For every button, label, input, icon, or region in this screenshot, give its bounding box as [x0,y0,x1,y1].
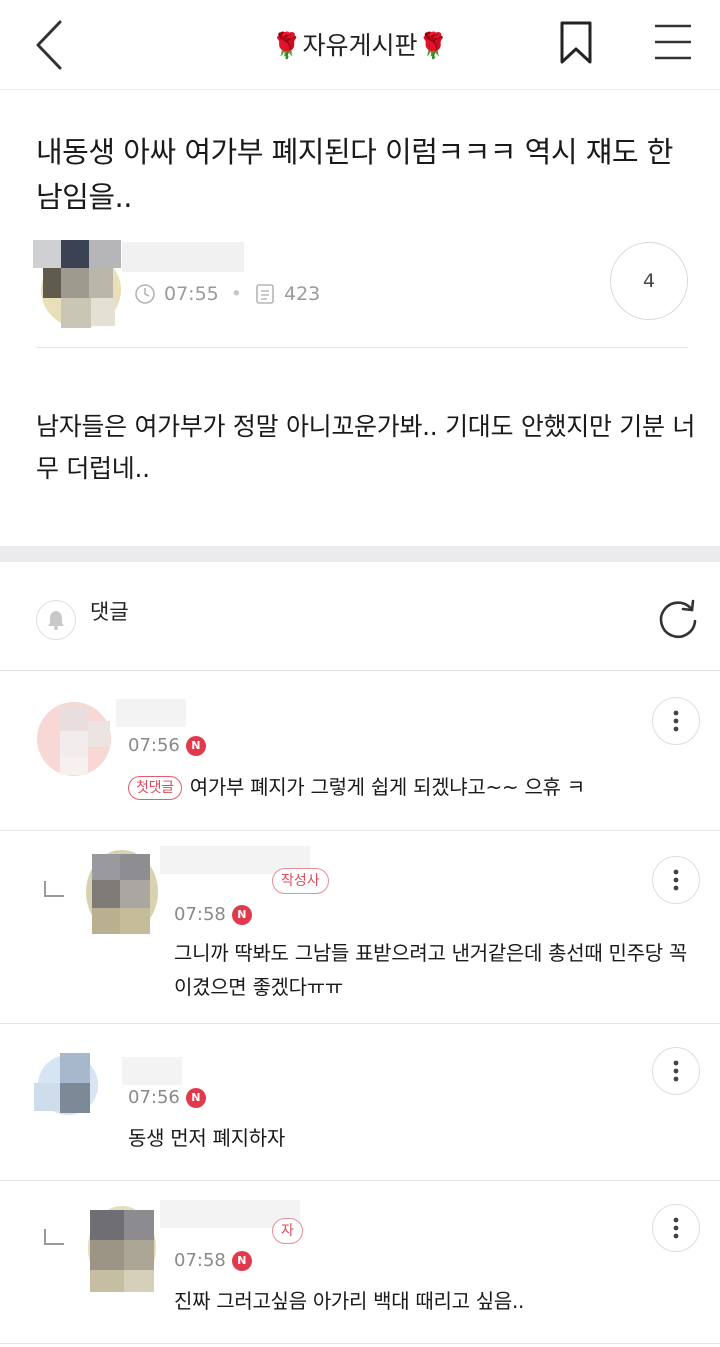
comment-text: 진짜 그러고싶음 아가리 백대 때리고 싶음.. [174,1289,525,1313]
comment-time: 07:58 [174,1250,226,1271]
new-badge: N [185,735,206,756]
more-vertical-icon [673,1217,679,1239]
reply-comment-item: 작성사 07:58 N 그니까 딱봐도 그남들 표받으려고 낸거같은데 총선때 … [0,832,720,1024]
new-badge: N [231,904,252,925]
commenter-name-redacted[interactable] [122,1057,182,1085]
comment-more-button[interactable] [652,697,700,745]
comment-item: 07:56 N 동생 먼저 폐지하자 [0,1025,720,1181]
hamburger-menu-icon [655,24,691,60]
views-icon [256,284,274,304]
new-badge: N [185,1087,206,1108]
divider [36,347,688,348]
commenter-avatar[interactable] [84,1202,160,1294]
more-vertical-icon [673,1060,679,1082]
board-title: 🌹자유게시판🌹 [271,31,449,60]
comment-meta: 07:58 N [174,1250,252,1271]
bookmark-icon [560,21,592,64]
view-count: 423 [283,283,321,305]
comment-more-button[interactable] [652,856,700,904]
comment-text: 동생 먼저 폐지하자 [128,1126,285,1150]
commenter-avatar[interactable] [36,701,112,777]
comment-more-button[interactable] [652,1204,700,1252]
author-avatar[interactable] [33,240,123,332]
bookmark-button[interactable] [558,20,594,66]
comment-meta: 07:58 N [174,904,252,925]
post-title: 내동생 아싸 여가부 폐지된다 이럼ㅋㅋㅋ 역시 쟤도 한남임을.. [36,135,674,214]
comment-count-button[interactable]: 4 [610,242,688,320]
comment-meta: 07:56 N [128,1087,206,1108]
section-separator [0,546,720,562]
bell-icon [48,611,64,630]
more-vertical-icon [673,869,679,891]
app-header: 🌹자유게시판🌹 [0,0,720,90]
more-vertical-icon [673,710,679,732]
notification-bell-button[interactable] [36,600,76,640]
comment-time: 07:56 [128,735,180,756]
comment-text: 여가부 폐지가 그렇게 쉽게 되겠냐고~~ 으휴 ㅋ [189,775,585,799]
author-role-badge: 작성사 [272,868,329,894]
commenter-avatar[interactable] [84,848,160,938]
post-time: 07:55 [164,283,219,305]
comment-meta: 07:56 N [128,735,206,756]
first-comment-badge: 첫댓글 [128,776,182,800]
reply-indicator-icon [44,1229,64,1245]
clock-icon [135,284,155,304]
commenter-avatar[interactable] [30,1039,106,1115]
author-name-redacted[interactable] [122,242,244,272]
post-meta: 07:55 • 423 [134,280,320,308]
author-role-badge: 자 [272,1218,303,1244]
commenter-name-redacted[interactable] [116,699,186,727]
refresh-comments-button[interactable] [656,596,700,640]
comments-section-label: 댓글 [90,600,129,624]
comment-time: 07:56 [128,1087,180,1108]
menu-button[interactable] [652,22,694,62]
comment-text-line: 첫댓글 여가부 폐지가 그렇게 쉽게 되겠냐고~~ 으휴 ㅋ [128,770,628,804]
comment-text: 그니까 딱봐도 그남들 표받으려고 낸거같은데 총선때 민주당 꼭 이겼으면 좋… [174,941,688,999]
reply-comment-item: 자 07:58 N 진짜 그러고싶음 아가리 백대 때리고 싶음.. [0,1182,720,1344]
refresh-icon [659,599,697,638]
new-badge: N [231,1250,252,1271]
post-body: 남자들은 여가부가 정말 아니꼬운가봐.. 기대도 안했지만 기분 너무 더럽네… [36,412,696,483]
comment-time: 07:58 [174,904,226,925]
meta-separator: • [230,283,242,305]
comment-more-button[interactable] [652,1047,700,1095]
comment-count: 4 [642,270,656,292]
comment-item: 07:56 N 첫댓글 여가부 폐지가 그렇게 쉽게 되겠냐고~~ 으휴 ㅋ [0,671,720,831]
reply-indicator-icon [44,881,64,897]
